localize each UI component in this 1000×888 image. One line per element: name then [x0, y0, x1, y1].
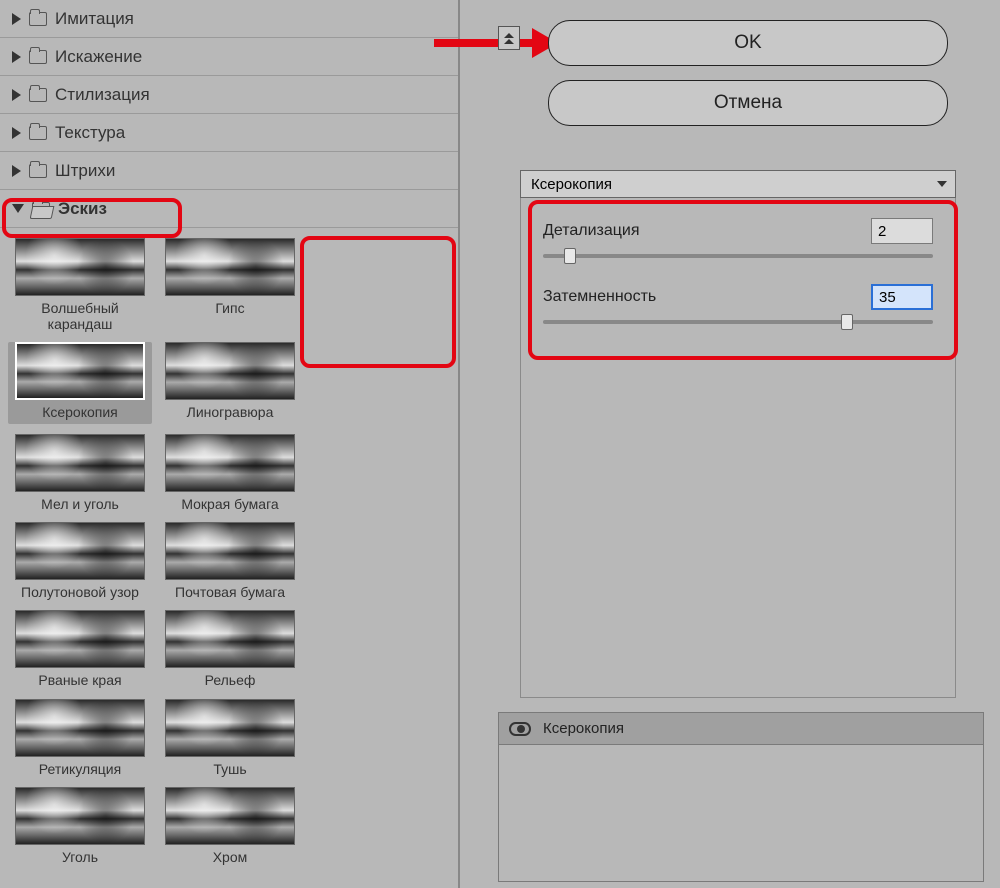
- folder-icon: [29, 126, 47, 140]
- thumbnail-preview-image: [165, 610, 295, 668]
- parameter-slider[interactable]: [543, 320, 933, 324]
- thumbnail-label: Мокрая бумага: [181, 496, 278, 512]
- thumbnail-label: Почтовая бумага: [175, 584, 285, 600]
- triangle-right-icon: [12, 127, 21, 139]
- thumbnail-preview-image: [15, 699, 145, 757]
- thumbnail-preview-image: [15, 342, 145, 400]
- filter-thumbnail[interactable]: Мел и уголь: [8, 434, 152, 512]
- chevron-down-icon: [937, 181, 947, 187]
- folder-icon: [29, 12, 47, 26]
- triangle-right-icon: [12, 51, 21, 63]
- filter-dropdown[interactable]: Ксерокопия: [520, 170, 956, 198]
- filter-thumbnail[interactable]: Тушь: [158, 699, 302, 777]
- category-label: Искажение: [55, 47, 142, 67]
- filter-thumbnail[interactable]: Рельеф: [158, 610, 302, 688]
- thumbnail-preview-image: [15, 522, 145, 580]
- thumbnail-label: Хром: [213, 849, 248, 865]
- filter-thumbnail[interactable]: Гипс: [158, 238, 302, 332]
- category-row[interactable]: Стилизация: [0, 76, 458, 114]
- filter-layer-label: Ксерокопия: [543, 720, 624, 737]
- category-row[interactable]: Имитация: [0, 0, 458, 38]
- category-row[interactable]: Искажение: [0, 38, 458, 76]
- filter-layers-panel: Ксерокопия: [498, 712, 984, 882]
- triangle-down-icon: [12, 204, 24, 213]
- chevron-up-icon: [504, 39, 514, 44]
- filter-layer-row[interactable]: Ксерокопия: [499, 713, 983, 745]
- thumbnail-preview-image: [15, 610, 145, 668]
- parameter-slider[interactable]: [543, 254, 933, 258]
- filter-thumbnail[interactable]: Волшебный карандаш: [8, 238, 152, 332]
- thumbnail-preview-image: [165, 238, 295, 296]
- filter-parameters-box: Детализация Затемненность: [520, 198, 956, 698]
- triangle-right-icon: [12, 165, 21, 177]
- thumbnail-preview-image: [15, 434, 145, 492]
- triangle-right-icon: [12, 89, 21, 101]
- filter-thumbnail[interactable]: Хром: [158, 787, 302, 865]
- ok-button[interactable]: OK: [548, 20, 948, 66]
- collapse-panel-button[interactable]: [498, 26, 520, 50]
- thumbnail-label: Волшебный карандаш: [8, 300, 152, 332]
- thumbnail-preview-image: [15, 787, 145, 845]
- thumbnail-label: Линогравюра: [187, 404, 274, 420]
- visibility-eye-icon[interactable]: [509, 722, 531, 736]
- category-label: Штрихи: [55, 161, 115, 181]
- thumbnail-label: Ретикуляция: [39, 761, 121, 777]
- filter-thumbnail[interactable]: Ксерокопия: [8, 342, 152, 424]
- parameter-input[interactable]: [871, 284, 933, 310]
- thumbnail-preview-image: [15, 238, 145, 296]
- thumbnail-label: Тушь: [213, 761, 246, 777]
- slider-thumb[interactable]: [564, 248, 576, 264]
- filter-category-panel: Имитация Искажение Стилизация Текстура Штрих…: [0, 0, 460, 888]
- parameter-label: Детализация: [543, 222, 640, 240]
- filter-thumbnail[interactable]: Линогравюра: [158, 342, 302, 424]
- filter-thumbnail[interactable]: Полутоновой узор: [8, 522, 152, 600]
- thumbnail-preview-image: [165, 434, 295, 492]
- thumbnail-preview-image: [165, 522, 295, 580]
- thumbnail-label: Мел и уголь: [41, 496, 119, 512]
- thumbnail-label: Рельеф: [205, 672, 256, 688]
- category-label: Имитация: [55, 9, 134, 29]
- thumbnail-preview-image: [165, 342, 295, 400]
- folder-icon: [32, 202, 50, 216]
- parameter-row: Затемненность: [543, 284, 933, 324]
- thumbnail-label: Полутоновой узор: [21, 584, 139, 600]
- filter-thumbnail[interactable]: Рваные края: [8, 610, 152, 688]
- filter-thumbnail[interactable]: Почтовая бумага: [158, 522, 302, 600]
- thumbnail-label: Ксерокопия: [42, 404, 118, 420]
- thumbnail-label: Уголь: [62, 849, 98, 865]
- triangle-right-icon: [12, 13, 21, 25]
- filter-thumbnail-grid: Волшебный карандаш Гипс Ксерокопия Линограв…: [0, 228, 458, 875]
- cancel-button[interactable]: Отмена: [548, 80, 948, 126]
- folder-icon: [29, 88, 47, 102]
- category-row[interactable]: Текстура: [0, 114, 458, 152]
- filter-thumbnail[interactable]: Мокрая бумага: [158, 434, 302, 512]
- parameter-row: Детализация: [543, 218, 933, 258]
- category-label: Эскиз: [58, 199, 107, 219]
- category-label: Стилизация: [55, 85, 150, 105]
- thumbnail-label: Гипс: [215, 300, 244, 316]
- thumbnail-preview-image: [165, 787, 295, 845]
- cancel-button-label: Отмена: [714, 92, 782, 114]
- filter-thumbnail[interactable]: Ретикуляция: [8, 699, 152, 777]
- ok-button-label: OK: [734, 32, 761, 54]
- category-row[interactable]: Штрихи: [0, 152, 458, 190]
- slider-thumb[interactable]: [841, 314, 853, 330]
- category-label: Текстура: [55, 123, 125, 143]
- parameter-input[interactable]: [871, 218, 933, 244]
- filter-thumbnail[interactable]: Уголь: [8, 787, 152, 865]
- chevron-up-icon: [504, 33, 514, 38]
- folder-icon: [29, 164, 47, 178]
- thumbnail-label: Рваные края: [38, 672, 121, 688]
- parameter-label: Затемненность: [543, 288, 656, 306]
- filter-dropdown-value: Ксерокопия: [531, 176, 612, 193]
- category-row[interactable]: Эскиз: [0, 190, 458, 228]
- folder-icon: [29, 50, 47, 64]
- thumbnail-preview-image: [165, 699, 295, 757]
